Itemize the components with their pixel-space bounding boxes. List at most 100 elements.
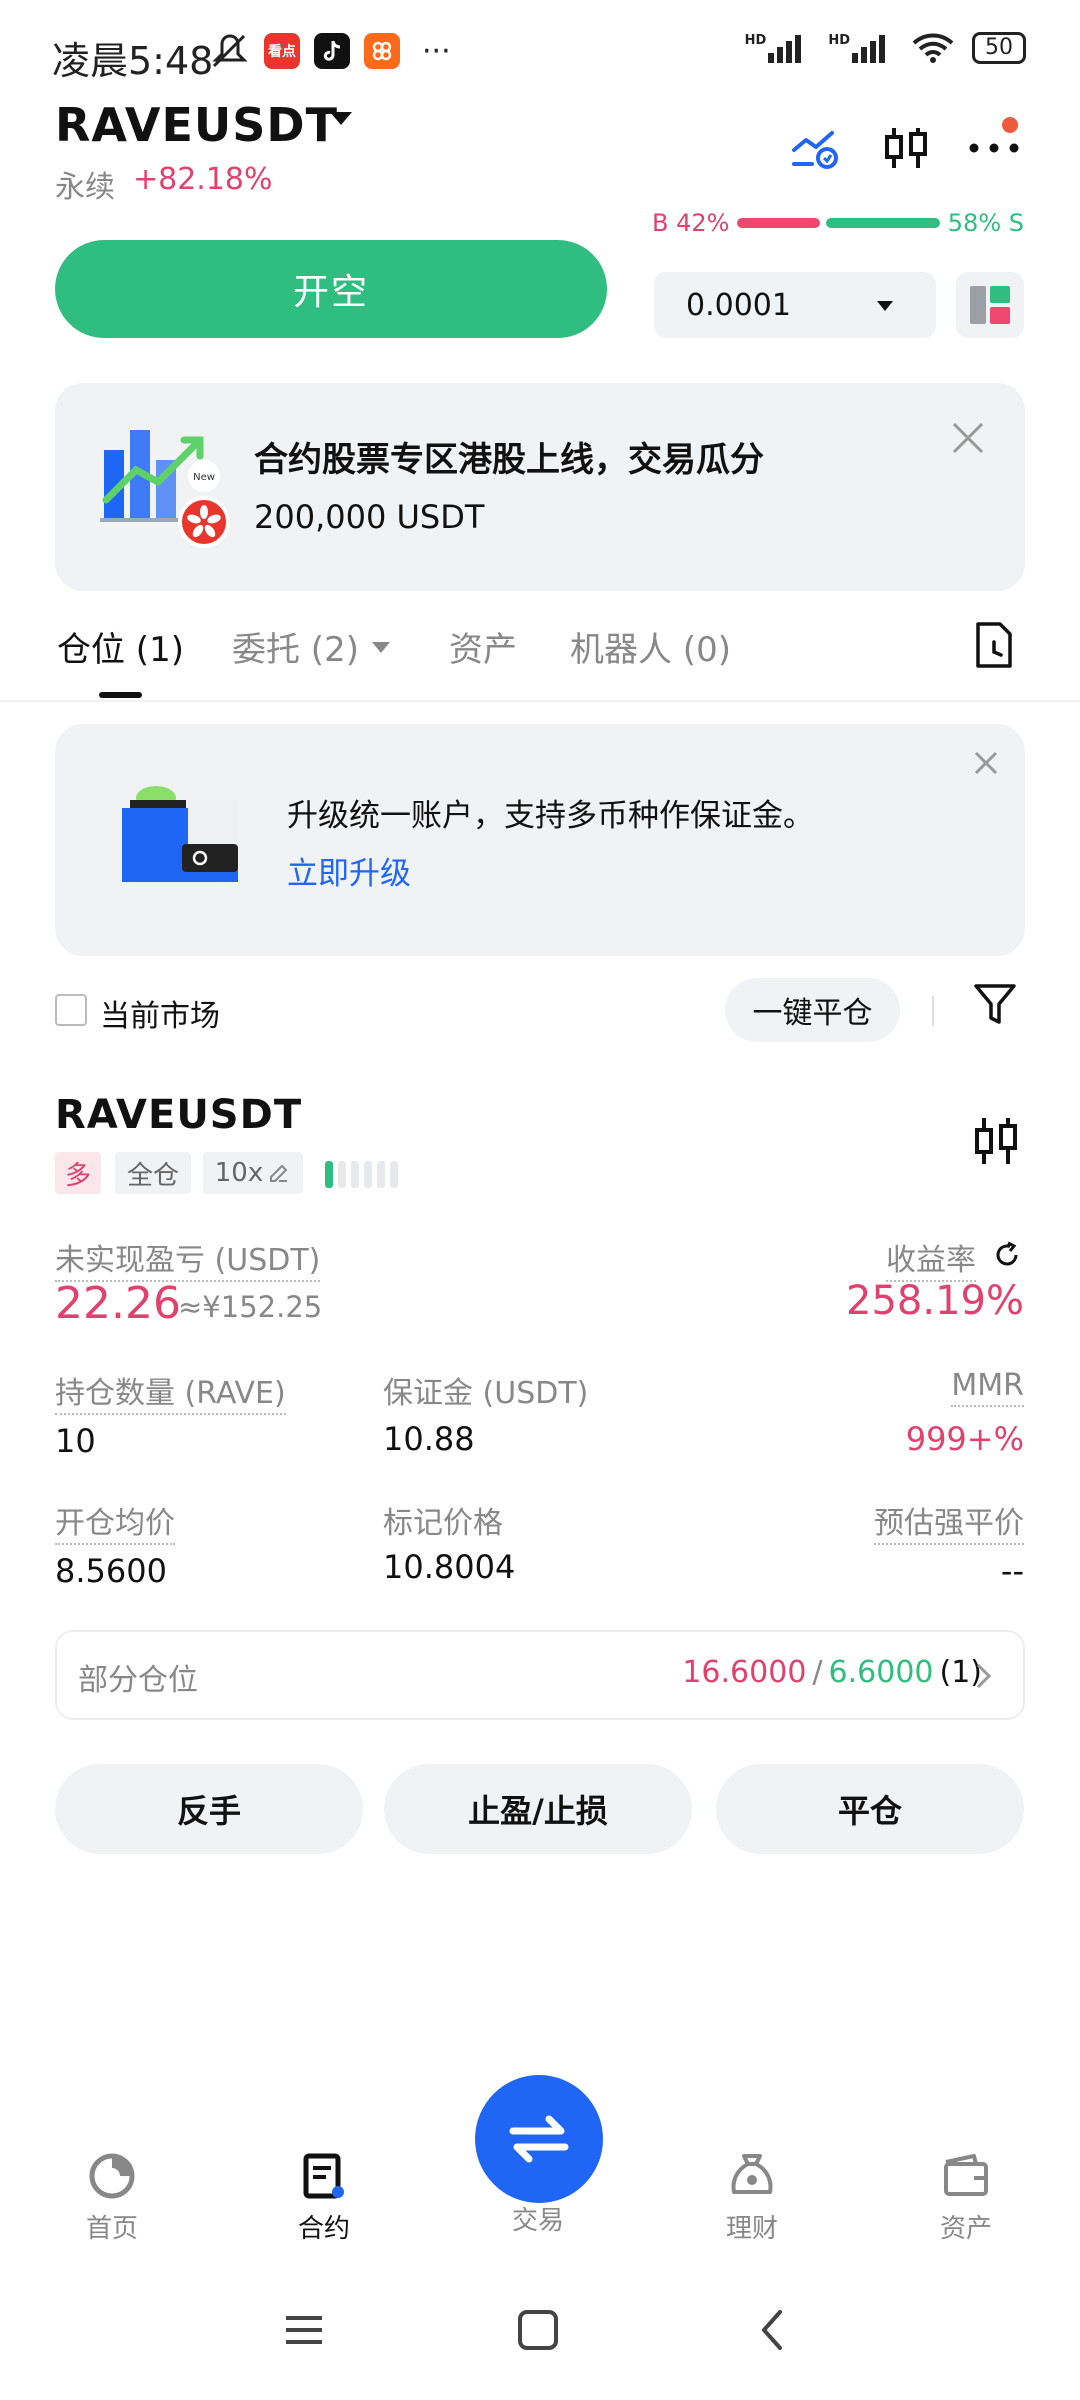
filter-icon[interactable] bbox=[972, 980, 1018, 1028]
orange-app-icon bbox=[364, 33, 400, 69]
tab-positions[interactable]: 仓位 (1) bbox=[57, 622, 184, 671]
partial-tp-value: 16.6000 bbox=[682, 1655, 807, 1690]
news-app-icon: 看点 bbox=[264, 33, 300, 69]
system-menu-icon[interactable] bbox=[274, 2300, 334, 2360]
stock-chart-illustration-icon: New bbox=[100, 430, 230, 548]
liq-price-value: -- bbox=[1000, 1552, 1024, 1590]
open-short-button[interactable]: 开空 bbox=[55, 240, 607, 338]
close-promo-icon[interactable] bbox=[950, 420, 986, 456]
pair-dropdown-icon[interactable] bbox=[330, 112, 352, 125]
contract-type-label: 永续 bbox=[55, 170, 115, 205]
earn-bag-icon bbox=[731, 2154, 773, 2194]
buy-sell-ratio: B 42% 58% S bbox=[652, 208, 1024, 238]
mark-price-label: 标记价格 bbox=[383, 1506, 503, 1541]
ratio-bar bbox=[737, 218, 940, 228]
tab-divider bbox=[0, 700, 1080, 702]
price-precision-select[interactable]: 0.0001 bbox=[654, 272, 936, 338]
sell-ratio-label: 58% S bbox=[947, 209, 1024, 237]
nav-earn-label: 理财 bbox=[725, 2214, 778, 2244]
tiktok-icon bbox=[314, 33, 350, 69]
entry-price-label[interactable]: 开仓均价 bbox=[55, 1498, 175, 1545]
close-upgrade-icon[interactable] bbox=[973, 750, 999, 776]
status-app-icons: 看点 ··· bbox=[208, 32, 451, 70]
promo-amount: 200,000 USDT bbox=[254, 498, 485, 536]
current-market-label[interactable]: 当前市场 bbox=[100, 991, 220, 1035]
price-change: +82.18% bbox=[133, 162, 273, 197]
nav-home[interactable]: 首页 bbox=[32, 2148, 192, 2245]
chevron-right-icon bbox=[976, 1663, 992, 1689]
mmr-value: 999+% bbox=[905, 1420, 1024, 1458]
entry-price-label-text: 开仓均价 bbox=[55, 1506, 175, 1545]
status-more: ··· bbox=[422, 33, 451, 69]
partial-sl-value: 6.6000 bbox=[828, 1655, 934, 1690]
position-chart-icon[interactable] bbox=[970, 1114, 1022, 1168]
network-type-1: HD bbox=[744, 33, 767, 48]
wallet-icon bbox=[944, 2154, 988, 2196]
current-market-checkbox[interactable] bbox=[55, 994, 87, 1026]
risk-bar bbox=[351, 1161, 359, 1188]
size-label-text: 持仓数量 (RAVE) bbox=[55, 1376, 286, 1415]
unrealized-pnl-label-text: 未实现盈亏 (USDT) bbox=[55, 1243, 321, 1282]
upgrade-text: 升级统一账户，支持多币种作保证金。 bbox=[287, 798, 814, 834]
liq-price-label[interactable]: 预估强平价 bbox=[874, 1498, 1024, 1545]
candlestick-icon[interactable] bbox=[878, 120, 934, 176]
notification-dot bbox=[1002, 117, 1018, 133]
tab-assets[interactable]: 资产 bbox=[449, 622, 517, 671]
chart-analysis-icon[interactable] bbox=[788, 120, 844, 176]
nav-assets[interactable]: 资产 bbox=[886, 2148, 1046, 2245]
new-tag: New bbox=[193, 472, 215, 483]
risk-bar bbox=[390, 1161, 398, 1188]
nav-futures-label: 合约 bbox=[297, 2214, 350, 2244]
risk-level-bars bbox=[325, 1161, 398, 1188]
wifi-icon bbox=[912, 33, 954, 63]
partial-tpsl-values: 16.6000 / 6.6000 (1) bbox=[682, 1655, 982, 1690]
status-right-icons: HD HD 50 bbox=[745, 32, 1026, 64]
risk-bar bbox=[377, 1161, 385, 1188]
nav-trade-label-wrap[interactable]: 交易 bbox=[458, 2200, 618, 2237]
liq-price-label-text: 预估强平价 bbox=[874, 1506, 1024, 1545]
reverse-button[interactable]: 反手 bbox=[55, 1764, 363, 1854]
swap-arrows-icon bbox=[509, 2115, 569, 2163]
partial-position-label: 部分仓位 bbox=[78, 1663, 198, 1698]
leverage-value: 10x bbox=[214, 1158, 264, 1188]
tpsl-button[interactable]: 止盈/止损 bbox=[384, 1764, 692, 1854]
risk-bar bbox=[364, 1161, 372, 1188]
edit-pencil-icon bbox=[270, 1164, 288, 1182]
unrealized-pnl-label[interactable]: 未实现盈亏 (USDT) bbox=[55, 1235, 321, 1282]
promo-title: 合约股票专区港股上线，交易瓜分 bbox=[254, 440, 764, 480]
network-type-2: HD bbox=[828, 33, 850, 48]
tab-bots[interactable]: 机器人 (0) bbox=[570, 622, 731, 671]
orderbook-layout-button[interactable] bbox=[956, 272, 1024, 338]
nav-futures[interactable]: 合约 bbox=[244, 2148, 404, 2245]
margin-label: 保证金 (USDT) bbox=[383, 1376, 589, 1411]
tab-orders[interactable]: 委托 (2) bbox=[232, 622, 359, 671]
trade-fab-button[interactable] bbox=[475, 2075, 603, 2203]
nav-earn[interactable]: 理财 bbox=[672, 2148, 832, 2245]
share-refresh-icon[interactable] bbox=[992, 1240, 1022, 1270]
close-position-button[interactable]: 平仓 bbox=[716, 1764, 1024, 1854]
orders-dropdown-icon[interactable] bbox=[372, 642, 390, 653]
upgrade-now-link[interactable]: 立即升级 bbox=[287, 848, 411, 893]
pair-title[interactable]: RAVEUSDT bbox=[55, 98, 338, 152]
home-icon bbox=[89, 2153, 135, 2199]
risk-bar bbox=[338, 1161, 346, 1188]
leverage-badge[interactable]: 10x bbox=[203, 1152, 303, 1194]
side-badge: 多 bbox=[55, 1152, 101, 1194]
battery-icon: 50 bbox=[972, 32, 1026, 64]
position-symbol[interactable]: RAVEUSDT bbox=[55, 1092, 302, 1138]
history-doc-icon[interactable] bbox=[972, 620, 1016, 670]
unrealized-pnl-value: 22.26 bbox=[55, 1278, 181, 1329]
mute-icon bbox=[212, 34, 248, 68]
close-all-button[interactable]: 一键平仓 bbox=[725, 978, 900, 1042]
futures-doc-icon bbox=[303, 2153, 344, 2199]
nav-assets-label: 资产 bbox=[939, 2214, 992, 2244]
orderbook-layout-icon bbox=[970, 286, 1010, 324]
system-back-icon[interactable] bbox=[744, 2300, 804, 2360]
margin-value: 10.88 bbox=[383, 1420, 475, 1458]
system-home-icon[interactable] bbox=[508, 2300, 568, 2360]
roe-label[interactable]: 收益率 bbox=[886, 1235, 976, 1282]
signal-icon-1: HD bbox=[745, 33, 811, 63]
partial-separator: / bbox=[812, 1655, 823, 1690]
mmr-label[interactable]: MMR bbox=[951, 1368, 1024, 1407]
size-label[interactable]: 持仓数量 (RAVE) bbox=[55, 1368, 286, 1415]
